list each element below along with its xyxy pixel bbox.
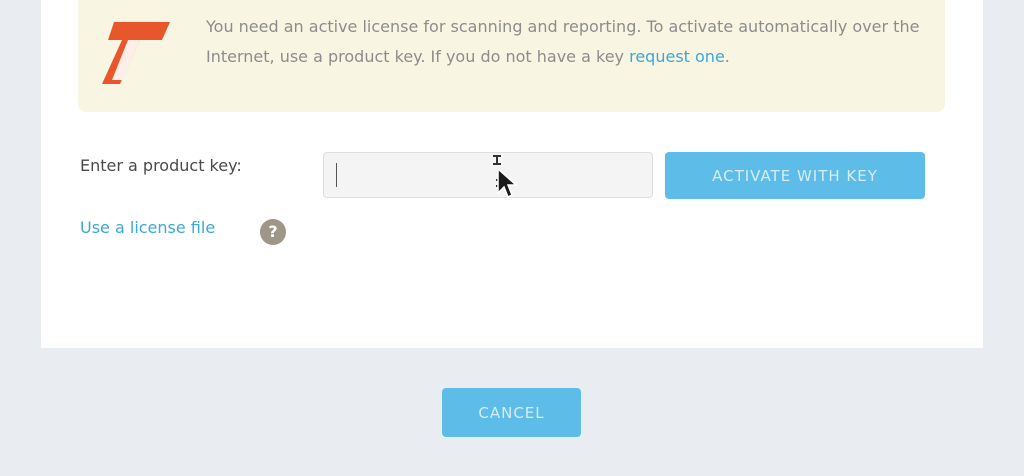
license-notice: You need an active license for scanning … xyxy=(78,0,945,112)
notice-text: You need an active license for scanning … xyxy=(206,17,920,66)
brand-logo-icon xyxy=(102,22,170,84)
product-key-label: Enter a product key: xyxy=(80,156,242,175)
notice-message: You need an active license for scanning … xyxy=(206,12,930,72)
question-help-icon[interactable]: ? xyxy=(260,219,286,245)
activate-with-key-button[interactable]: ACTIVATE WITH KEY xyxy=(665,152,925,199)
notice-suffix: . xyxy=(724,47,730,66)
use-license-file-link[interactable]: Use a license file xyxy=(80,218,215,237)
mouse-pointer-icon xyxy=(493,155,518,199)
cancel-button[interactable]: CANCEL xyxy=(442,388,581,437)
request-one-link[interactable]: request one xyxy=(629,47,725,66)
product-key-input[interactable] xyxy=(323,152,653,198)
text-caret xyxy=(336,163,337,187)
